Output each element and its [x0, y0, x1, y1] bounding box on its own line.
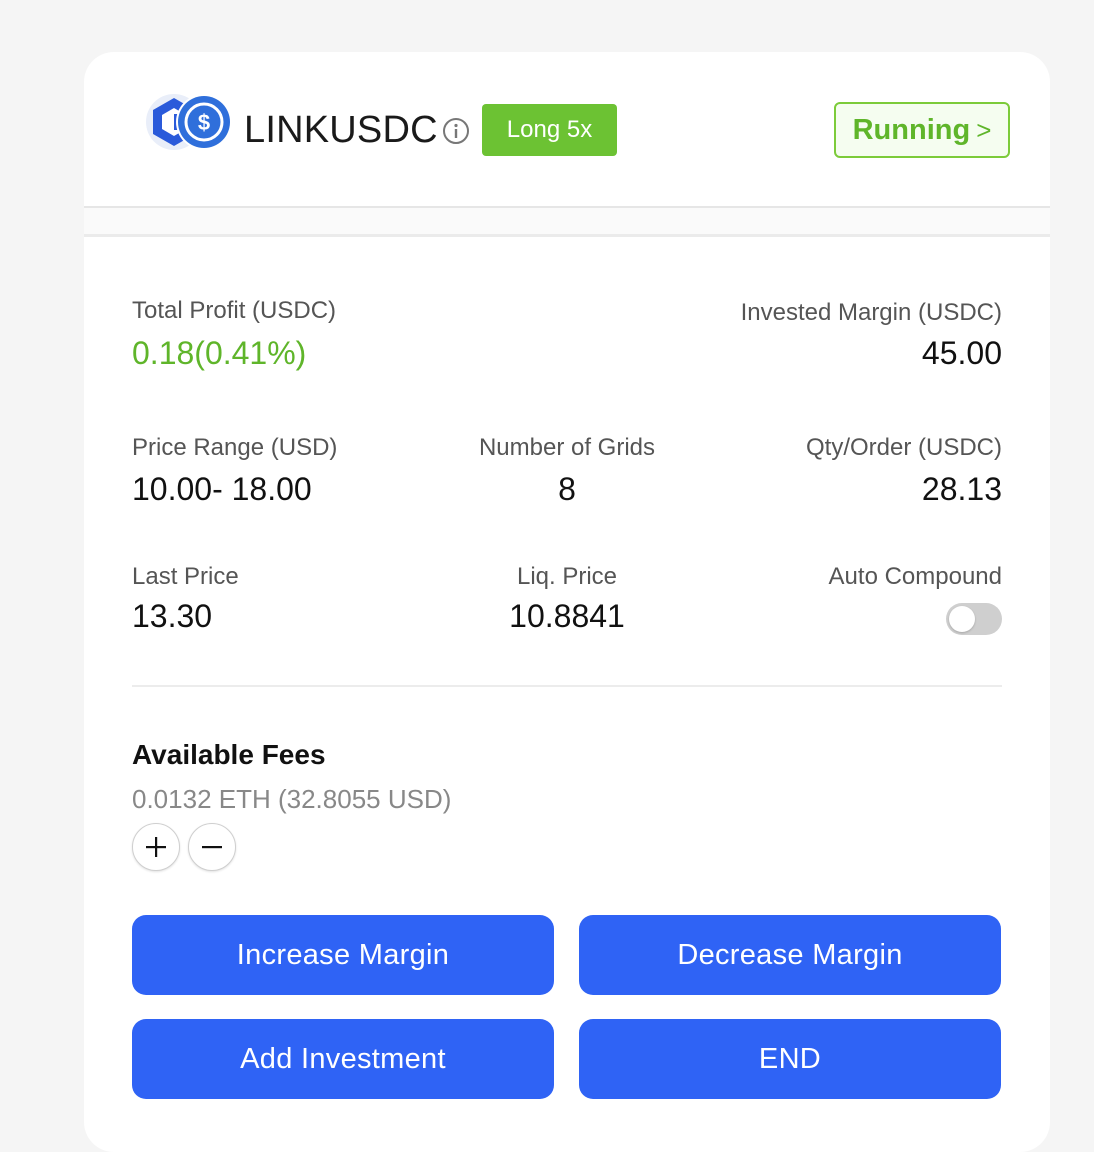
qty-order-value: 28.13: [921, 471, 1002, 507]
bot-detail-card: $ LINKUSDC Long 5x Running > Total Profit…: [84, 52, 1050, 1152]
available-fees-title: Available Fees: [132, 739, 326, 770]
qty-order-label: Qty/Order (USDC): [805, 434, 1002, 461]
stats-divider: [132, 685, 1002, 687]
increase-margin-button[interactable]: Increase Margin: [132, 915, 554, 995]
invested-margin-label: Invested Margin (USDC): [740, 299, 1002, 326]
info-icon[interactable]: [442, 117, 470, 145]
minus-icon: [202, 846, 222, 849]
liq-price-label: Liq. Price: [516, 563, 618, 590]
number-of-grids-label: Number of Grids: [478, 434, 656, 461]
last-price-value: 13.30: [132, 598, 213, 634]
price-range-label: Price Range (USD): [132, 434, 338, 461]
invested-margin-value: 45.00: [921, 335, 1002, 371]
add-investment-button[interactable]: Add Investment: [132, 1019, 554, 1099]
chevron-right-icon: >: [976, 115, 992, 145]
number-of-grids-value: 8: [558, 471, 576, 507]
decrease-margin-button[interactable]: Decrease Margin: [579, 915, 1001, 995]
last-price-label: Last Price: [132, 563, 239, 590]
status-label: Running: [852, 114, 971, 146]
auto-compound-label: Auto Compound: [828, 563, 1002, 590]
total-profit-value: 0.18(0.41%): [132, 335, 307, 371]
pair-name: LINKUSDC: [244, 109, 438, 151]
toggle-knob: [949, 606, 975, 632]
position-badge: Long 5x: [482, 104, 617, 156]
section-divider: [84, 234, 1050, 237]
auto-compound-toggle[interactable]: [946, 603, 1002, 635]
add-fees-button[interactable]: [132, 823, 180, 871]
available-fees-value: 0.0132 ETH (32.8055 USD): [132, 784, 452, 814]
total-profit-label: Total Profit (USDC): [132, 297, 337, 324]
pair-logo-icon: $: [144, 92, 234, 152]
running-status-button[interactable]: Running >: [834, 102, 1010, 158]
section-gap: [84, 208, 1050, 234]
end-button[interactable]: END: [579, 1019, 1001, 1099]
svg-text:$: $: [198, 110, 210, 135]
plus-icon: [146, 837, 166, 857]
price-range-value: 10.00- 18.00: [132, 471, 312, 507]
liq-price-value: 10.8841: [509, 598, 625, 634]
remove-fees-button[interactable]: [188, 823, 236, 871]
bot-header: $ LINKUSDC Long 5x Running >: [84, 52, 1050, 206]
